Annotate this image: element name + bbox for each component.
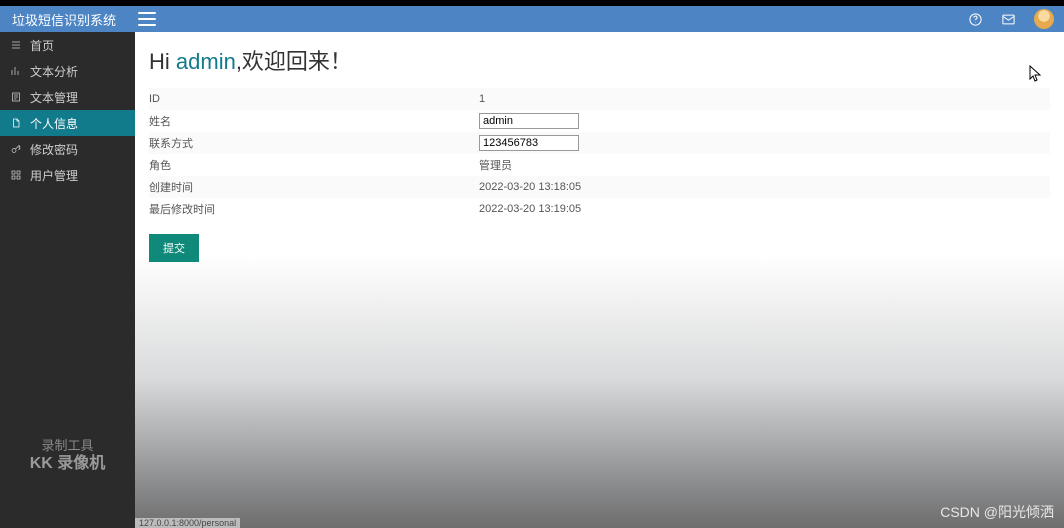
menu-toggle-icon[interactable]: [138, 12, 156, 26]
recorder-watermark: 录制工具 KK 录像机: [0, 438, 135, 473]
form-row-role: 角色 管理员: [149, 154, 1050, 176]
form-row-name: 姓名: [149, 110, 1050, 132]
main-content: Hi admin,欢迎回来！ ID 1 姓名 联系方式 角色 管理员 创建时间 …: [135, 32, 1064, 262]
top-navbar: 垃圾短信识别系统: [0, 6, 1064, 32]
form-row-contact: 联系方式: [149, 132, 1050, 154]
sidebar-item-users[interactable]: 用户管理: [0, 162, 135, 188]
form-row-id: ID 1: [149, 88, 1050, 110]
sidebar-item-label: 文本分析: [30, 63, 78, 80]
file-icon: [8, 117, 24, 129]
sidebar-item-label: 个人信息: [30, 115, 78, 132]
name-input[interactable]: [479, 113, 579, 129]
sidebar-item-text-manage[interactable]: 文本管理: [0, 84, 135, 110]
avatar[interactable]: [1034, 9, 1054, 29]
sidebar-item-home[interactable]: 首页: [0, 32, 135, 58]
sidebar-item-password[interactable]: 修改密码: [0, 136, 135, 162]
greeting-user: admin: [176, 49, 236, 74]
sidebar-item-label: 用户管理: [30, 167, 78, 184]
greeting: Hi admin,欢迎回来！: [149, 44, 1050, 76]
sidebar-item-label: 文本管理: [30, 89, 78, 106]
sidebar: 首页 文本分析 文本管理 个人信息 修改密码 用户管理 录制工具 KK 录像机: [0, 32, 135, 528]
contact-input[interactable]: [479, 135, 579, 151]
list-icon: [8, 39, 24, 51]
grid-icon: [8, 169, 24, 181]
help-icon[interactable]: [968, 12, 983, 27]
submit-button[interactable]: 提交: [149, 234, 199, 262]
form-row-created: 创建时间 2022-03-20 13:18:05: [149, 176, 1050, 198]
status-bar: 127.0.0.1:8000/personal: [135, 518, 240, 528]
form-row-updated: 最后修改时间 2022-03-20 13:19:05: [149, 198, 1050, 220]
chart-icon: [8, 65, 24, 77]
app-title: 垃圾短信识别系统: [12, 10, 116, 29]
key-icon: [8, 143, 24, 155]
doc-icon: [8, 91, 24, 103]
sidebar-item-profile[interactable]: 个人信息: [0, 110, 135, 136]
mail-icon[interactable]: [1001, 12, 1016, 27]
sidebar-item-analyze[interactable]: 文本分析: [0, 58, 135, 84]
csdn-watermark: CSDN @阳光倾洒: [940, 502, 1054, 522]
sidebar-item-label: 修改密码: [30, 141, 78, 158]
sidebar-item-label: 首页: [30, 37, 54, 54]
